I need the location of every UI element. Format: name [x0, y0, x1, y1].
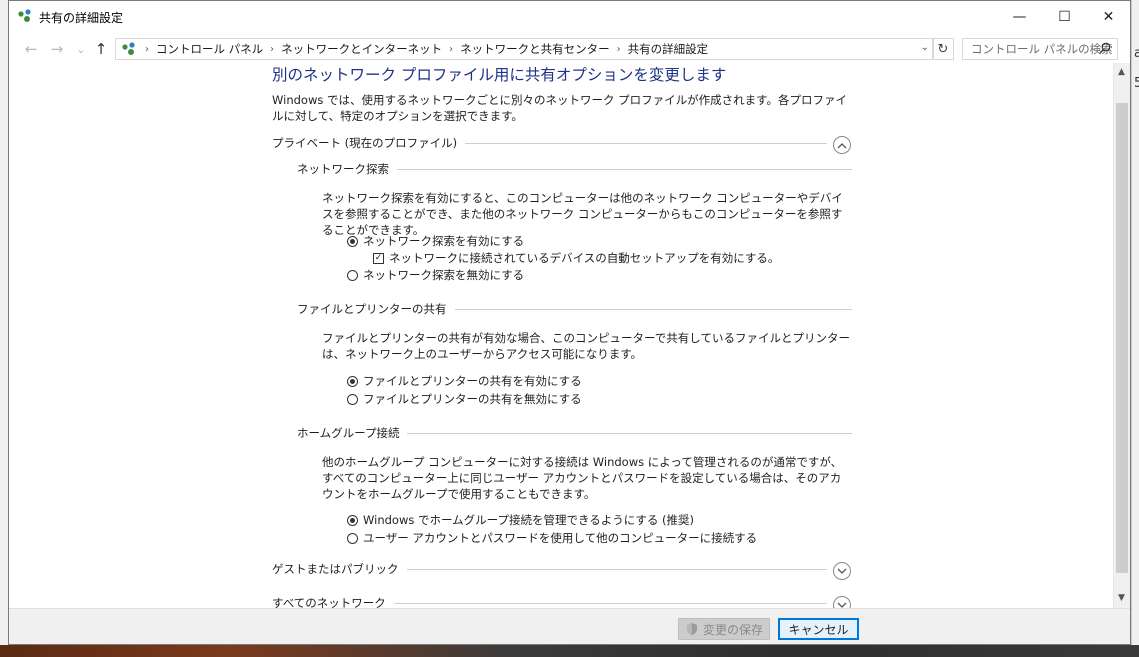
- maximize-button[interactable]: ☐: [1042, 1, 1087, 32]
- background-window-right: a 5: [1131, 0, 1139, 657]
- network-discovery-on-label[interactable]: ネットワーク探索を有効にする: [363, 233, 524, 249]
- guest-profile-label[interactable]: ゲストまたはパブリック: [272, 561, 399, 577]
- close-button[interactable]: ✕: [1086, 1, 1130, 32]
- page-description: Windows では、使用するネットワークごとに別々のネットワーク プロファイル…: [272, 93, 847, 123]
- chevron-down-icon: [837, 568, 847, 574]
- up-arrow-icon[interactable]: ↑: [91, 39, 111, 59]
- file-printer-off-option[interactable]: ファイルとプリンターの共有を無効にする: [347, 391, 582, 407]
- advanced-sharing-window: 共有の詳細設定 — ☐ ✕ ← → ⌄ ↑ › コントロール パネル › ネット…: [8, 0, 1131, 645]
- forward-arrow-icon[interactable]: →: [47, 39, 67, 59]
- auto-setup-option[interactable]: ✓ ネットワークに接続されているデバイスの自動セットアップを有効にする。: [373, 250, 779, 266]
- breadcrumb-separator[interactable]: ›: [270, 44, 274, 55]
- homegroup-windows-label[interactable]: Windows でホームグループ接続を管理できるようにする (推奨): [363, 512, 694, 528]
- radio-unselected[interactable]: [347, 532, 358, 544]
- search-input[interactable]: コントロール パネルの検索: [962, 38, 1118, 60]
- scroll-down-icon[interactable]: ▼: [1118, 593, 1125, 603]
- minimize-button[interactable]: —: [997, 1, 1042, 32]
- homegroup-label: ホームグループ接続: [297, 426, 400, 440]
- network-discovery-description: ネットワーク探索を有効にすると、このコンピューターは他のネットワーク コンピュー…: [322, 191, 843, 237]
- chevron-up-icon: [837, 142, 847, 148]
- breadcrumb-item-control-panel[interactable]: コントロール パネル: [156, 41, 263, 57]
- breadcrumb-separator[interactable]: ›: [449, 44, 453, 55]
- save-changes-button[interactable]: 変更の保存: [678, 618, 770, 640]
- scrollbar-thumb[interactable]: [1116, 103, 1128, 573]
- navigation-bar: ← → ⌄ ↑ › コントロール パネル › ネットワークとインターネット › …: [9, 36, 1130, 62]
- network-discovery-off-option[interactable]: ネットワーク探索を無効にする: [347, 267, 524, 283]
- save-changes-label[interactable]: 変更の保存: [703, 621, 763, 638]
- desktop-taskbar-strip: [0, 645, 1139, 657]
- all-networks-expand-button[interactable]: [833, 596, 851, 608]
- guest-profile-header[interactable]: ゲストまたはパブリック: [272, 561, 827, 577]
- private-profile-header[interactable]: プライベート (現在のプロファイル): [272, 135, 827, 151]
- uac-shield-icon: [686, 623, 697, 635]
- divider: [397, 168, 852, 170]
- homegroup-windows-option[interactable]: Windows でホームグループ接続を管理できるようにする (推奨): [347, 512, 694, 528]
- settings-content: 別のネットワーク プロファイル用に共有オプションを変更します Windows で…: [9, 63, 1113, 608]
- file-printer-on-label[interactable]: ファイルとプリンターの共有を有効にする: [363, 373, 582, 389]
- scroll-up-icon[interactable]: ▲: [1118, 67, 1125, 77]
- radio-selected[interactable]: [347, 235, 358, 247]
- private-profile-collapse-button[interactable]: [833, 136, 851, 154]
- guest-profile-expand-button[interactable]: [833, 562, 851, 580]
- divider: [407, 432, 852, 434]
- search-icon[interactable]: [1099, 42, 1111, 54]
- all-networks-label[interactable]: すべてのネットワーク: [272, 595, 386, 608]
- file-printer-label: ファイルとプリンターの共有: [297, 302, 447, 316]
- search-placeholder: コントロール パネルの検索: [971, 42, 1113, 56]
- control-panel-icon: [122, 42, 135, 55]
- network-discovery-on-option[interactable]: ネットワーク探索を有効にする: [347, 233, 524, 249]
- window-title: 共有の詳細設定: [39, 11, 124, 25]
- radio-unselected[interactable]: [347, 393, 358, 405]
- back-arrow-icon[interactable]: ←: [21, 39, 41, 59]
- breadcrumb-item-network-sharing-center[interactable]: ネットワークと共有センター: [460, 41, 610, 57]
- radio-selected[interactable]: [347, 514, 358, 526]
- checkbox-checked[interactable]: ✓: [373, 252, 384, 264]
- homegroup-header: ホームグループ接続: [297, 425, 852, 441]
- breadcrumb-item-network-internet[interactable]: ネットワークとインターネット: [281, 41, 442, 57]
- file-printer-off-label[interactable]: ファイルとプリンターの共有を無効にする: [363, 391, 582, 407]
- file-printer-description: ファイルとプリンターの共有が有効な場合、このコンピューターで共有しているファイル…: [322, 331, 850, 361]
- breadcrumb-separator: ›: [145, 43, 149, 55]
- radio-selected[interactable]: [347, 375, 358, 387]
- divider: [454, 308, 852, 310]
- title-bar[interactable]: 共有の詳細設定 — ☐ ✕: [9, 1, 1130, 32]
- file-printer-header: ファイルとプリンターの共有: [297, 301, 852, 317]
- breadcrumb-item-advanced-sharing[interactable]: 共有の詳細設定: [628, 41, 709, 57]
- network-center-icon: [18, 9, 31, 22]
- homegroup-user-label[interactable]: ユーザー アカウントとパスワードを使用して他のコンピューターに接続する: [363, 530, 757, 546]
- network-discovery-label: ネットワーク探索: [297, 162, 389, 176]
- divider: [465, 142, 827, 144]
- divider: [393, 602, 827, 604]
- all-networks-header[interactable]: すべてのネットワーク: [272, 595, 827, 608]
- homegroup-user-option[interactable]: ユーザー アカウントとパスワードを使用して他のコンピューターに接続する: [347, 530, 757, 546]
- address-dropdown-chevron-icon[interactable]: ⌄: [921, 42, 929, 53]
- page-heading: 別のネットワーク プロファイル用に共有オプションを変更します: [272, 66, 727, 84]
- network-discovery-off-label[interactable]: ネットワーク探索を無効にする: [363, 267, 524, 283]
- recent-locations-chevron-icon[interactable]: ⌄: [71, 39, 91, 59]
- refresh-icon[interactable]: ↻: [932, 38, 954, 60]
- radio-unselected[interactable]: [347, 269, 358, 281]
- file-printer-on-option[interactable]: ファイルとプリンターの共有を有効にする: [347, 373, 582, 389]
- address-bar[interactable]: › コントロール パネル › ネットワークとインターネット › ネットワークと共…: [115, 38, 934, 60]
- divider: [406, 568, 827, 570]
- private-profile-label[interactable]: プライベート (現在のプロファイル): [272, 135, 457, 151]
- dialog-footer: 変更の保存 キャンセル: [9, 608, 1130, 644]
- cancel-button[interactable]: キャンセル: [778, 618, 859, 640]
- network-discovery-header: ネットワーク探索: [297, 161, 852, 177]
- background-text-fragment: 5: [1134, 76, 1139, 91]
- auto-setup-label[interactable]: ネットワークに接続されているデバイスの自動セットアップを有効にする。: [389, 250, 779, 266]
- vertical-scrollbar[interactable]: ▲ ▼: [1113, 63, 1130, 608]
- background-text-fragment: a: [1134, 46, 1139, 61]
- homegroup-description: 他のホームグループ コンピューターに対する接続は Windows によって管理さ…: [322, 455, 843, 501]
- breadcrumb-separator[interactable]: ›: [617, 44, 621, 55]
